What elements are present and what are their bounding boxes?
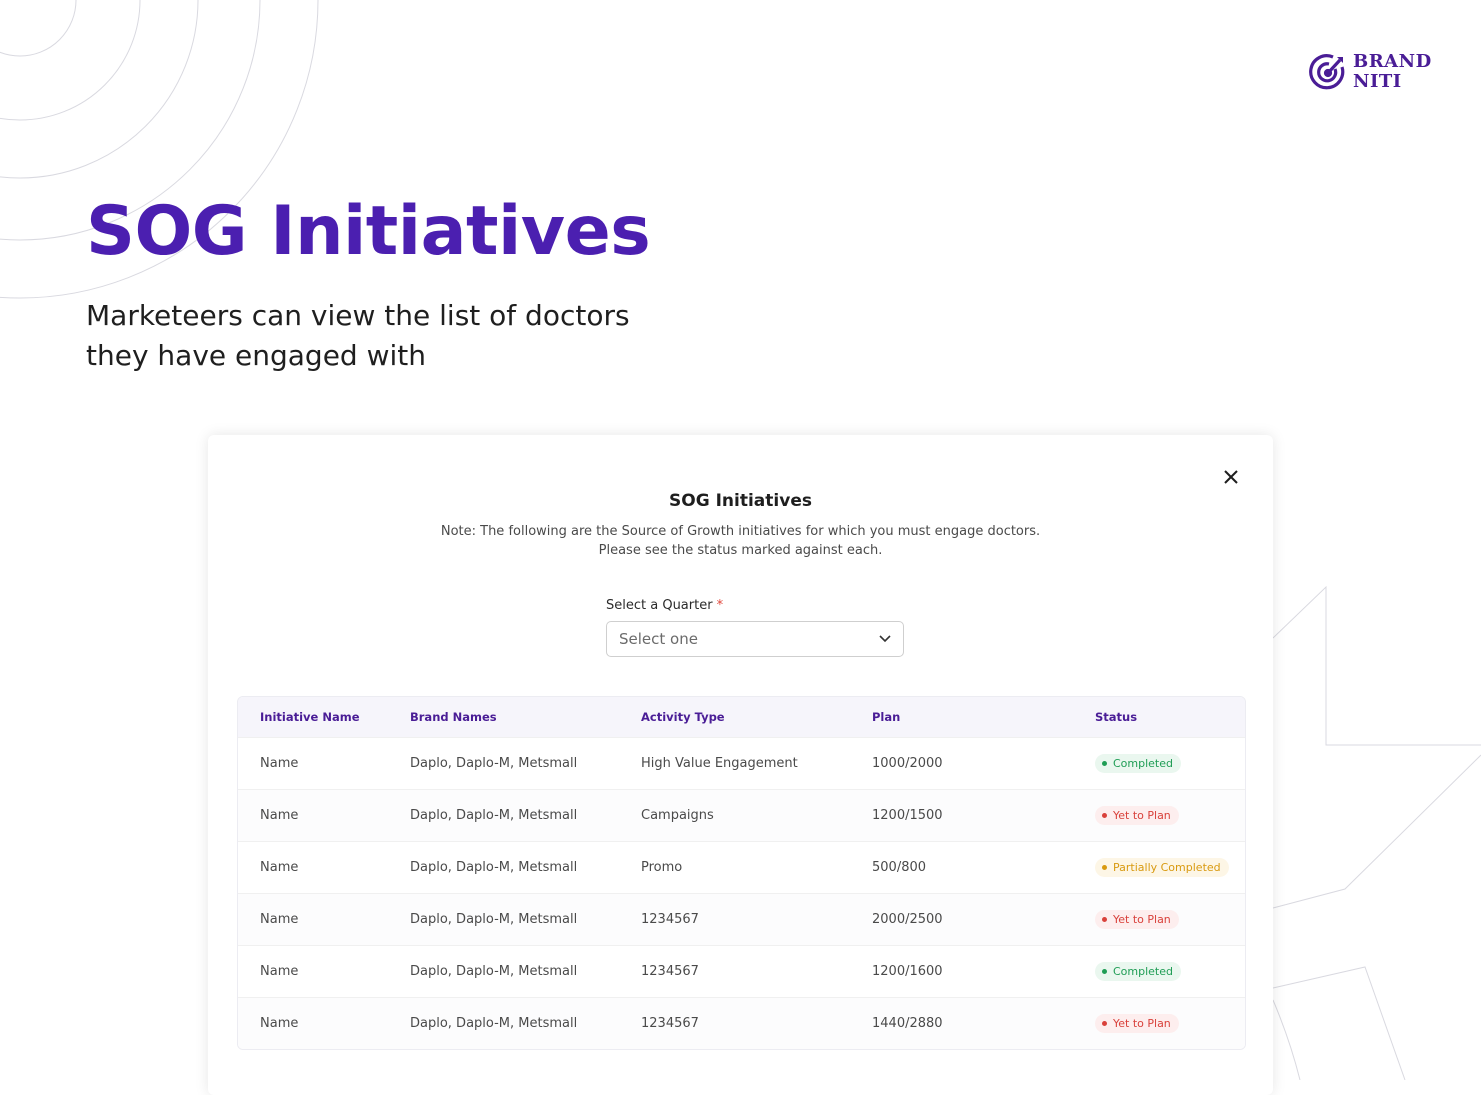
status-badge: Yet to Plan bbox=[1095, 805, 1179, 825]
table-row: Name Daplo, Daplo-M, Metsmall 1234567 12… bbox=[238, 945, 1245, 997]
brand-name-line2: NITI bbox=[1353, 71, 1402, 92]
cell-brand-names: Daplo, Daplo-M, Metsmall bbox=[410, 807, 578, 823]
status-badge: Completed bbox=[1095, 753, 1181, 773]
cell-activity-type: 1234567 bbox=[641, 1015, 699, 1031]
cell-status: Yet to Plan bbox=[1073, 997, 1245, 1049]
close-icon bbox=[1224, 470, 1238, 484]
cell-status: Completed bbox=[1073, 737, 1245, 789]
chevron-down-icon bbox=[879, 635, 891, 643]
cell-initiative-name: Name bbox=[260, 1015, 299, 1031]
cell-initiative-name: Name bbox=[260, 859, 299, 875]
quarter-label: Select a Quarter * bbox=[606, 598, 723, 613]
cell-activity-type: Promo bbox=[641, 859, 683, 875]
cell-initiative-name: Name bbox=[260, 911, 299, 927]
status-badge: Yet to Plan bbox=[1095, 909, 1179, 929]
status-text: Yet to Plan bbox=[1113, 1016, 1171, 1030]
modal-title: SOG Initiatives bbox=[669, 491, 812, 511]
cell-status: Yet to Plan bbox=[1073, 789, 1245, 841]
cell-plan: 500/800 bbox=[872, 859, 927, 875]
status-text: Partially Completed bbox=[1113, 860, 1221, 874]
cell-status: Completed bbox=[1073, 945, 1245, 997]
header-activity-type: Activity Type bbox=[641, 709, 725, 724]
cell-plan: 1000/2000 bbox=[872, 755, 943, 771]
close-button[interactable] bbox=[1219, 465, 1243, 489]
table-row: Name Daplo, Daplo-M, Metsmall Campaigns … bbox=[238, 789, 1245, 841]
status-dot bbox=[1102, 812, 1107, 818]
modal-note: Note: The following are the Source of Gr… bbox=[208, 522, 1273, 560]
sog-initiatives-modal: SOG Initiatives Note: The following are … bbox=[208, 435, 1273, 1095]
cell-brand-names: Daplo, Daplo-M, Metsmall bbox=[410, 963, 578, 979]
header-initiative-name: Initiative Name bbox=[260, 709, 360, 724]
status-badge: Yet to Plan bbox=[1095, 1013, 1179, 1033]
cell-brand-names: Daplo, Daplo-M, Metsmall bbox=[410, 911, 578, 927]
status-badge: Completed bbox=[1095, 961, 1181, 981]
quarter-select[interactable]: Select one bbox=[606, 621, 904, 657]
cell-plan: 1200/1500 bbox=[872, 807, 943, 823]
cell-initiative-name: Name bbox=[260, 963, 299, 979]
status-text: Completed bbox=[1113, 756, 1173, 770]
status-text: Yet to Plan bbox=[1113, 808, 1171, 822]
modal-note-line1: Note: The following are the Source of Gr… bbox=[440, 524, 1041, 539]
status-dot bbox=[1102, 760, 1107, 766]
table-row: Name Daplo, Daplo-M, Metsmall Promo 500/… bbox=[238, 841, 1245, 893]
cell-initiative-name: Name bbox=[260, 755, 299, 771]
status-dot bbox=[1102, 916, 1107, 922]
header-brand-names: Brand Names bbox=[410, 709, 497, 724]
brand-logo: BRAND NITI bbox=[1309, 52, 1432, 92]
cell-plan: 1200/1600 bbox=[872, 963, 943, 979]
table-header-row: Initiative Name Brand Names Activity Typ… bbox=[238, 697, 1245, 737]
cell-brand-names: Daplo, Daplo-M, Metsmall bbox=[410, 1015, 578, 1031]
status-dot bbox=[1102, 864, 1107, 870]
initiatives-table: Initiative Name Brand Names Activity Typ… bbox=[237, 696, 1246, 1050]
status-text: Completed bbox=[1113, 964, 1173, 978]
quarter-label-text: Select a Quarter bbox=[606, 598, 713, 613]
target-icon bbox=[1309, 54, 1345, 90]
cell-status: Yet to Plan bbox=[1073, 893, 1245, 945]
cell-brand-names: Daplo, Daplo-M, Metsmall bbox=[410, 859, 578, 875]
hero-subtitle: Marketeers can view the list of doctors … bbox=[86, 299, 630, 372]
cell-brand-names: Daplo, Daplo-M, Metsmall bbox=[410, 755, 578, 771]
cell-activity-type: Campaigns bbox=[641, 807, 714, 823]
status-text: Yet to Plan bbox=[1113, 912, 1171, 926]
header-plan: Plan bbox=[872, 709, 901, 724]
cell-plan: 2000/2500 bbox=[872, 911, 943, 927]
cell-activity-type: 1234567 bbox=[641, 911, 699, 927]
status-badge: Partially Completed bbox=[1095, 857, 1229, 877]
cell-status: Partially Completed bbox=[1073, 841, 1245, 893]
status-dot bbox=[1102, 1020, 1107, 1026]
header-status: Status bbox=[1095, 709, 1138, 724]
table-row: Name Daplo, Daplo-M, Metsmall 1234567 14… bbox=[238, 997, 1245, 1049]
brand-name-line1: BRAND bbox=[1353, 51, 1432, 72]
required-mark: * bbox=[716, 598, 724, 613]
status-dot bbox=[1102, 968, 1107, 974]
modal-note-line2: Please see the status marked against eac… bbox=[598, 543, 883, 558]
cell-activity-type: High Value Engagement bbox=[641, 755, 798, 771]
quarter-select-value: Select one bbox=[619, 630, 698, 648]
cell-activity-type: 1234567 bbox=[641, 963, 699, 979]
cell-plan: 1440/2880 bbox=[872, 1015, 943, 1031]
table-row: Name Daplo, Daplo-M, Metsmall High Value… bbox=[238, 737, 1245, 789]
cell-initiative-name: Name bbox=[260, 807, 299, 823]
hero-title: SOG Initiatives bbox=[86, 192, 651, 271]
table-row: Name Daplo, Daplo-M, Metsmall 1234567 20… bbox=[238, 893, 1245, 945]
